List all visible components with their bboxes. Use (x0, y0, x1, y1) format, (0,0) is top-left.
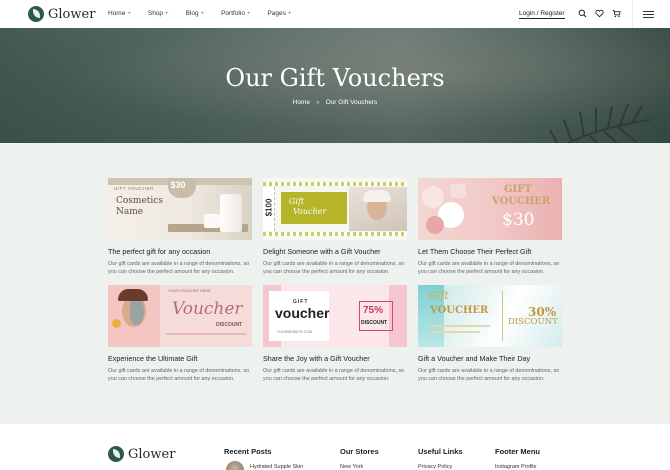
voucher-description: Our gift cards are available in a range … (108, 368, 250, 382)
page-hero: Our Gift Vouchers Home » Our Gift Vouchers (0, 28, 670, 143)
voucher-image[interactable]: GIFT voucher YOURWEBSITE.COM 75% DISCOUN… (263, 285, 407, 347)
useful-link[interactable]: Privacy Policy (418, 464, 452, 470)
plus-icon: + (127, 10, 131, 17)
voucher-title[interactable]: Experience the Ultimate Gift (108, 354, 252, 363)
cart-icon[interactable] (612, 9, 621, 18)
nav-label: Pages (267, 10, 286, 17)
voucher-card[interactable]: Gift VOUCHER 30% DISCOUNT Gift a Voucher… (418, 285, 562, 383)
plus-icon: + (287, 10, 292, 17)
voucher-card[interactable]: YOUR VOUCHER HERE Voucher DISCOUNT Exper… (108, 285, 252, 383)
breadcrumb-home[interactable]: Home (293, 99, 310, 106)
plus-icon: + (246, 10, 251, 17)
nav-item-home[interactable]: Home + (108, 10, 131, 17)
nav-item-portfolio[interactable]: Portfolio + (221, 10, 250, 17)
footer-heading-footer-menu: Footer Menu (495, 447, 540, 456)
voucher-description: Our gift cards are available in a range … (418, 368, 560, 382)
search-icon[interactable] (578, 9, 587, 18)
voucher-art-site: YOURWEBSITE.COM (277, 330, 312, 334)
voucher-description: Our gift cards are available in a range … (108, 261, 250, 275)
breadcrumb: Home » Our Gift Vouchers (0, 99, 670, 106)
voucher-art-amount: $30 (502, 210, 535, 230)
site-header: Glower Home + Shop + Blog + Portfolio + Page… (0, 0, 670, 28)
nav-label: Portfolio (221, 10, 245, 17)
voucher-art-text: Gift (428, 289, 449, 302)
voucher-image[interactable]: GIFT VOUCHER Cosmetics Name $30 (108, 178, 252, 240)
footer-heading-our-stores: Our Stores (340, 447, 379, 456)
voucher-art-text: Gift (289, 197, 305, 206)
footer-menu-link[interactable]: Instagram Profile (495, 464, 537, 470)
voucher-card[interactable]: GIFT VOUCHER Cosmetics Name $30 The perf… (108, 178, 252, 276)
login-register-link[interactable]: Login / Register (519, 10, 565, 19)
voucher-art-text: VOUCHER (492, 196, 551, 207)
voucher-title[interactable]: Delight Someone with a Gift Voucher (263, 247, 407, 256)
voucher-title[interactable]: The perfect gift for any occasion (108, 247, 252, 256)
recent-post-link[interactable]: Hydrated Supple Skin (250, 464, 303, 470)
recent-post-thumbnail[interactable] (226, 461, 244, 470)
store-link[interactable]: New York (340, 464, 363, 470)
vouchers-section: GIFT VOUCHER Cosmetics Name $30 The perf… (0, 143, 670, 424)
plus-icon: + (165, 10, 169, 17)
logo-leaf-icon (28, 6, 44, 22)
voucher-art-percent: 75% (363, 305, 384, 316)
voucher-art-text: VOUCHER (430, 305, 489, 316)
nav-label: Blog (185, 10, 199, 17)
main-nav: Home + Shop + Blog + Portfolio + Pages + (108, 10, 308, 17)
voucher-art-text: DISCOUNT (361, 320, 388, 326)
footer-heading-recent-posts: Recent Posts (224, 447, 272, 456)
voucher-tag: YOUR VOUCHER HERE (168, 289, 211, 293)
voucher-art-text: Voucher (293, 207, 327, 216)
voucher-card[interactable]: GIFT voucher YOURWEBSITE.COM 75% DISCOUN… (263, 285, 407, 383)
nav-label: Shop (147, 10, 164, 17)
voucher-art-text: voucher (275, 305, 330, 321)
site-footer: Glower Recent Posts Hydrated Supple Skin… (0, 424, 670, 470)
footer-heading-useful-links: Useful Links (418, 447, 463, 456)
voucher-card[interactable]: GIFT VOUCHER $30 Let Them Choose Their P… (418, 178, 562, 276)
voucher-art-text: DISCOUNT (216, 322, 243, 328)
voucher-art-text: Voucher (172, 299, 243, 319)
voucher-tag: GIFT VOUCHER (114, 186, 154, 191)
brand-name: Glower (48, 6, 96, 22)
voucher-description: Our gift cards are available in a range … (418, 261, 560, 275)
voucher-art-amount: $100 (264, 198, 274, 217)
hamburger-icon[interactable] (632, 0, 670, 28)
logo-leaf-icon (108, 446, 124, 462)
nav-item-blog[interactable]: Blog + (186, 10, 205, 17)
nav-label: Home (108, 10, 126, 17)
breadcrumb-current: Our Gift Vouchers (325, 99, 378, 106)
palm-leaf-decoration (549, 103, 651, 143)
page-title: Our Gift Vouchers (225, 64, 445, 92)
voucher-title[interactable]: Gift a Voucher and Make Their Day (418, 354, 562, 363)
voucher-image[interactable]: Gift VOUCHER 30% DISCOUNT (418, 285, 562, 347)
voucher-description: Our gift cards are available in a range … (263, 368, 405, 382)
voucher-art-text: GIFT (504, 184, 532, 195)
nav-item-shop[interactable]: Shop + (148, 10, 169, 17)
breadcrumb-separator: » (316, 99, 320, 106)
voucher-art-text: Cosmetics (116, 196, 163, 206)
voucher-image[interactable]: $100 Gift Voucher (263, 178, 407, 240)
voucher-art-amount: $30 (170, 180, 186, 190)
nav-item-pages[interactable]: Pages + (267, 10, 291, 17)
voucher-image[interactable]: GIFT VOUCHER $30 (418, 178, 562, 240)
voucher-art-text: DISCOUNT (508, 317, 558, 327)
voucher-title[interactable]: Share the Joy with a Gift Voucher (263, 354, 407, 363)
plus-icon: + (200, 10, 205, 17)
voucher-title[interactable]: Let Them Choose Their Perfect Gift (418, 247, 562, 256)
footer-brand-name: Glower (128, 446, 176, 462)
footer-logo[interactable]: Glower (108, 446, 175, 462)
heart-icon[interactable] (595, 9, 604, 18)
logo[interactable]: Glower (28, 6, 95, 22)
voucher-description: Our gift cards are available in a range … (263, 261, 405, 275)
voucher-image[interactable]: YOUR VOUCHER HERE Voucher DISCOUNT (108, 285, 252, 347)
voucher-art-text: Name (116, 207, 144, 217)
voucher-card[interactable]: $100 Gift Voucher Delight Someone with a… (263, 178, 407, 276)
